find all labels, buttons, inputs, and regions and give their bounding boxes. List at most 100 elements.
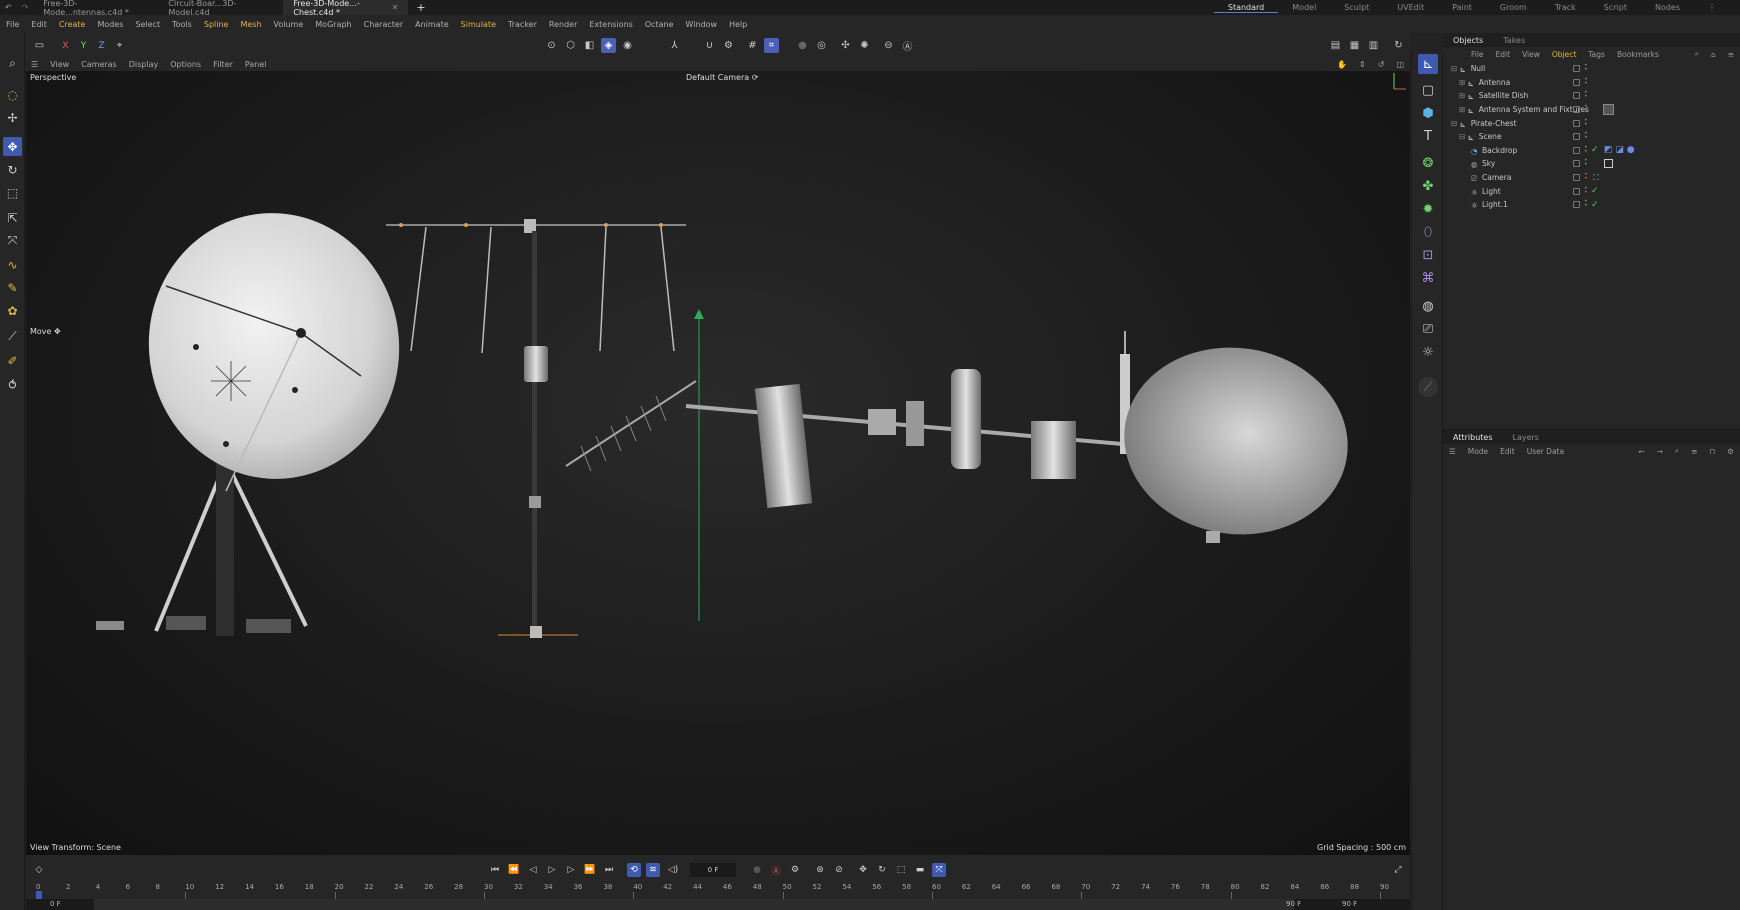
objects-menu-tags[interactable]: Tags	[1582, 50, 1611, 59]
forward-arrow-icon[interactable]: →	[1651, 447, 1669, 456]
field-icon[interactable]: ⊡	[1418, 245, 1438, 265]
scale-tool-icon[interactable]: ⬚	[3, 183, 22, 202]
range-start-field[interactable]: 0 F	[50, 900, 61, 908]
spline-smooth-icon[interactable]: ✿	[3, 301, 22, 320]
text-tool-icon[interactable]: T	[1418, 126, 1438, 146]
coordinate-system-icon[interactable]: ⌖	[112, 38, 127, 53]
go-to-start-icon[interactable]: ⏮	[488, 863, 502, 877]
subdivision-icon[interactable]: ❂	[1418, 153, 1438, 173]
objects-menu-file[interactable]: File	[1465, 50, 1490, 59]
filter-icon[interactable]: ≡	[1722, 50, 1740, 59]
menu-simulate[interactable]: Simulate	[455, 20, 502, 29]
objects-menu-edit[interactable]: Edit	[1490, 50, 1517, 59]
rotate-tool-icon[interactable]: ↻	[3, 160, 22, 179]
x-axis-toggle[interactable]: X	[58, 38, 73, 53]
orbit-icon[interactable]: ↺	[1372, 60, 1391, 69]
refresh-icon[interactable]: ↻	[1391, 38, 1406, 53]
home-icon[interactable]: ⌂	[1705, 50, 1722, 59]
scale-key-icon[interactable]: ⬚	[894, 863, 908, 877]
tree-row-light[interactable]: ☼ Light • • ✓	[1443, 184, 1740, 198]
menu-create[interactable]: Create	[53, 20, 92, 29]
menu-spline[interactable]: Spline	[198, 20, 235, 29]
paint-icon[interactable]: ✐	[3, 351, 22, 370]
gradient-icon[interactable]: ⟋	[1418, 377, 1438, 397]
z-axis-toggle[interactable]: Z	[94, 38, 109, 53]
layout-track[interactable]: Track	[1541, 3, 1590, 12]
expand-timeline-icon[interactable]: ⤢	[1391, 863, 1405, 877]
polygons-mode-icon[interactable]: ◧	[582, 38, 597, 53]
settings-icon[interactable]: ⚙	[1721, 447, 1740, 456]
param-key-icon[interactable]: ▬	[913, 863, 927, 877]
search-icon[interactable]: ⌕	[1689, 49, 1705, 59]
menu-character[interactable]: Character	[358, 20, 410, 29]
layout-groom[interactable]: Groom	[1486, 3, 1541, 12]
spline-rectangle-icon[interactable]: ▢	[1418, 80, 1438, 100]
menu-render[interactable]: Render	[543, 20, 583, 29]
lock-workplane-icon[interactable]: ◎	[814, 38, 829, 53]
snap-icon[interactable]: ∪	[702, 38, 717, 53]
menu-mesh[interactable]: Mesh	[234, 20, 267, 29]
model-mode-icon[interactable]: ▭	[32, 38, 47, 53]
objects-menu-view[interactable]: View	[1516, 50, 1546, 59]
enabled-check-icon[interactable]: ✓	[1591, 145, 1599, 155]
material-tag-icon[interactable]	[1604, 159, 1613, 169]
selection-tools-icon[interactable]: ✢	[3, 108, 22, 127]
next-frame-icon[interactable]: ▷	[564, 863, 578, 877]
layout-standard[interactable]: Standard	[1213, 3, 1279, 13]
enabled-check-icon[interactable]: ✓	[1591, 200, 1599, 210]
keyframe-selection-icon[interactable]: ⚙	[788, 863, 802, 877]
attributes-menu-icon[interactable]: ☰	[1443, 447, 1462, 456]
enabled-check-icon[interactable]: ✓	[1591, 186, 1599, 196]
symmetry-icon[interactable]: ✣	[838, 38, 853, 53]
null-object-icon[interactable]: ⊾	[1418, 54, 1438, 74]
layout-paint[interactable]: Paint	[1438, 3, 1486, 12]
cloner-icon[interactable]: ✤	[1418, 176, 1438, 196]
axis-mode-icon[interactable]: ⅄	[667, 38, 682, 53]
pan-icon[interactable]: ✋	[1331, 60, 1353, 69]
extrude-tool-icon[interactable]: ⤧	[3, 231, 22, 250]
rotate-key-icon[interactable]: ↻	[875, 863, 889, 877]
workplane-icon[interactable]: ⌗	[764, 38, 779, 53]
tab-layers[interactable]: Layers	[1503, 433, 1549, 442]
layout-uvedit[interactable]: UVEdit	[1383, 3, 1438, 12]
viewport-menu-cameras[interactable]: Cameras	[75, 60, 123, 69]
menu-modes[interactable]: Modes	[91, 20, 129, 29]
y-axis-toggle[interactable]: Y	[76, 38, 91, 53]
tree-row-pirate-chest[interactable]: ⊟ ⊾ Pirate-Chest • •	[1443, 116, 1740, 130]
viewport[interactable]: Perspective Default Camera ⟳ Move ✥ View…	[26, 71, 1410, 855]
camera-tag-icon[interactable]: ⛶	[1593, 173, 1599, 183]
tree-row-backdrop[interactable]: ◔ Backdrop • • ✓ ◩ ◪ ●	[1443, 144, 1740, 158]
layout-model[interactable]: Model	[1278, 3, 1330, 12]
spline-sketch-icon[interactable]: ✎	[3, 278, 22, 297]
effector-icon[interactable]: ⌘	[1418, 268, 1438, 288]
viewport-menu-icon[interactable]: ☰	[25, 60, 44, 69]
uv-mode-icon[interactable]: ◉	[620, 38, 635, 53]
current-frame-field[interactable]: 0 F	[690, 863, 736, 877]
play-mode-icon[interactable]: ≋	[646, 863, 660, 877]
tree-row-antenna[interactable]: ⊞ ⊾ Antenna • •	[1443, 76, 1740, 90]
move-tool-icon[interactable]: ✥	[3, 137, 22, 156]
tree-row-sky[interactable]: ◍ Sky • •	[1443, 157, 1740, 171]
object-mode-icon[interactable]: ◈	[601, 38, 616, 53]
close-tab-icon[interactable]: ✕	[392, 3, 399, 12]
menu-extensions[interactable]: Extensions	[583, 20, 638, 29]
undo-icon[interactable]: ↶	[0, 3, 17, 12]
brush-icon[interactable]: ⟋	[3, 327, 22, 346]
knife-tool-icon[interactable]: ⥀	[3, 375, 22, 394]
move-key-icon[interactable]: ✥	[856, 863, 870, 877]
edges-mode-icon[interactable]: ⬡	[563, 38, 578, 53]
preview-end-field[interactable]: 90 F	[1286, 900, 1301, 908]
document-tab-3[interactable]: Free-3D-Mode...-Chest.c4d * ✕	[283, 0, 409, 17]
document-tab-2[interactable]: Circuit-Boar...3D-Model.c4d	[158, 0, 283, 17]
render-view-icon[interactable]: ⊖	[881, 38, 896, 53]
redo-icon[interactable]: ↷	[17, 3, 34, 12]
tree-row-light-1[interactable]: ☼ Light.1 • • ✓	[1443, 198, 1740, 212]
search-icon[interactable]: ⌕	[3, 54, 22, 73]
menu-tracker[interactable]: Tracker	[502, 20, 543, 29]
viewport-menu-view[interactable]: View	[44, 60, 75, 69]
filter-icon[interactable]: ≡	[1685, 447, 1703, 456]
viewport-menu-filter[interactable]: Filter	[207, 60, 239, 69]
render-to-picture-viewer-icon[interactable]: ▦	[1347, 38, 1362, 53]
objects-menu-bookmarks[interactable]: Bookmarks	[1611, 50, 1665, 59]
layout-script[interactable]: Script	[1590, 3, 1641, 12]
